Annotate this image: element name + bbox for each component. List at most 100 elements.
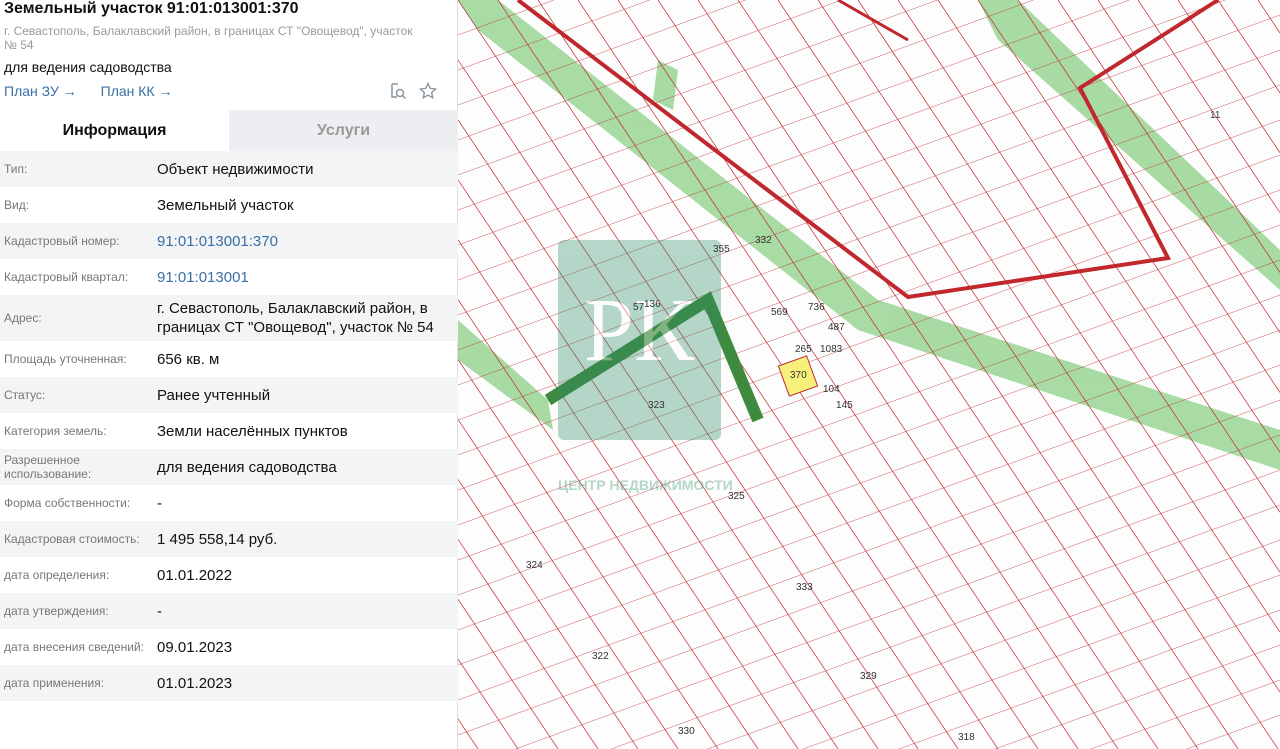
parcel-boundary	[458, 479, 639, 749]
parcel-boundary	[899, 609, 1280, 749]
parcel-label: 736	[808, 302, 825, 313]
row-label: Категория земель:	[4, 424, 107, 438]
parcel-boundary	[1217, 0, 1280, 94]
row-value: для ведения садоводства	[157, 458, 337, 476]
row-value: Земли населённых пунктов	[157, 422, 348, 440]
row-value: г. Севастополь, Балаклавский район, в гр…	[157, 300, 434, 336]
info-row: Адрес: г. Севастополь, Балаклавский район…	[0, 295, 458, 341]
parcel-boundary	[803, 574, 1280, 749]
parcel-boundary	[1186, 714, 1280, 749]
svg-text:РК: РК	[584, 281, 695, 380]
parcel-boundary	[611, 504, 1280, 749]
row-label: дата утверждения:	[4, 604, 109, 618]
parcel-label: 370	[790, 370, 807, 381]
parcel-boundary	[458, 599, 559, 749]
parcel-label: 57	[633, 302, 645, 313]
cadastral-map[interactable]: РК ЦЕНТР НЕДВИЖИМОСТИ 370 323 325 324 333 322…	[458, 0, 1280, 749]
info-row: Статус: Ранее учтенный	[0, 377, 458, 413]
parcel-label: 569	[771, 307, 788, 318]
parcel-boundary	[777, 0, 1279, 749]
parcel-boundary	[1177, 0, 1280, 153]
parcel-label: 330	[678, 726, 695, 737]
row-label: Разрешенное использование:	[4, 453, 92, 481]
permitted-use: для ведения садоводства	[4, 59, 172, 75]
row-value: -	[157, 494, 162, 512]
parcel-label: 136	[644, 299, 661, 310]
parcel-boundary	[1017, 0, 1280, 393]
star-icon[interactable]	[419, 82, 437, 100]
parcel-label: 145	[836, 400, 853, 411]
parcel-label: 325	[728, 491, 745, 502]
row-value: Объект недвижимости	[157, 160, 314, 178]
parcel-label: 332	[755, 235, 772, 246]
parcel-boundary	[515, 469, 1280, 749]
parcel-label: 265	[795, 344, 812, 355]
parcel-label: 333	[796, 582, 813, 593]
info-row: дата определения: 01.01.2022	[0, 557, 458, 593]
row-value: 656 кв. м	[157, 350, 220, 368]
row-value: Ранее учтенный	[157, 386, 271, 404]
parcel-label: 11	[1210, 110, 1221, 121]
info-row: Категория земель: Земли населённых пункто…	[0, 413, 458, 449]
tab-services[interactable]: Услуги	[229, 110, 458, 151]
row-label: Площадь уточненная:	[4, 352, 127, 366]
row-label: Вид:	[4, 198, 30, 212]
search-document-icon[interactable]	[389, 82, 407, 100]
parcel-label: 355	[713, 244, 730, 255]
info-row: Площадь уточненная: 656 кв. м	[0, 341, 458, 377]
parcel-boundary	[707, 539, 1280, 749]
row-value: 09.01.2023	[157, 638, 233, 656]
info-row: Кадастровый номер: 91:01:013001:370	[0, 223, 458, 259]
info-row: дата внесения сведений: 09.01.2023	[0, 629, 458, 665]
info-row: Кадастровый квартал: 91:01:013001	[0, 259, 458, 295]
parcel-label: 323	[648, 400, 665, 411]
plan-zu-link[interactable]: План ЗУ →	[4, 83, 77, 99]
address-subtitle: г. Севастополь, Балаклавский район, в гр…	[4, 24, 413, 52]
info-row: Вид: Земельный участок	[0, 187, 458, 223]
parcel-boundary	[1057, 0, 1280, 333]
info-row: дата утверждения: -	[0, 593, 458, 629]
row-value: 1 495 558,14 руб.	[157, 530, 278, 548]
parcel-boundary	[994, 644, 1280, 749]
plan-kk-link[interactable]: План КК →	[101, 83, 173, 99]
parcel-boundary	[817, 0, 1280, 693]
info-row: Разрешенное использование: для ведения са…	[0, 449, 458, 485]
parcel-label: 487	[828, 322, 845, 333]
parcel-label: 324	[526, 560, 543, 571]
row-label: Кадастровая стоимость:	[4, 532, 140, 546]
watermark-text: ЦЕНТР НЕДВИЖИМОСТИ	[558, 477, 733, 493]
row-value[interactable]: 91:01:013001	[157, 268, 458, 287]
row-label: Кадастровый квартал:	[4, 270, 129, 284]
row-value: Земельный участок	[157, 196, 294, 214]
row-label: Адрес:	[4, 311, 42, 325]
row-label: Статус:	[4, 388, 46, 402]
district-boundary	[837, 0, 909, 42]
green-strip	[458, 320, 553, 430]
row-label: дата применения:	[4, 676, 105, 690]
row-value: -	[157, 602, 162, 620]
row-label: Форма собственности:	[4, 496, 131, 510]
row-value: 01.01.2023	[157, 674, 233, 692]
parcel-boundary	[458, 658, 519, 749]
parcel-label: 329	[860, 671, 877, 682]
row-label: дата определения:	[4, 568, 110, 582]
parcel-boundary	[458, 419, 679, 749]
info-row: Кадастровая стоимость: 1 495 558,14 руб.	[0, 521, 458, 557]
row-label: дата внесения сведений:	[4, 640, 144, 654]
row-label: Тип:	[4, 162, 28, 176]
parcel-boundary	[1257, 0, 1280, 34]
row-value[interactable]: 91:01:013001:370	[157, 232, 458, 251]
watermark-logo: РК ЦЕНТР НЕДВИЖИМОСТИ	[558, 240, 733, 493]
parcel-label: 1083	[820, 344, 843, 355]
tab-information[interactable]: Информация	[0, 110, 229, 151]
row-value: 01.01.2022	[157, 566, 233, 584]
page-title: Земельный участок 91:01:013001:370	[4, 0, 299, 17]
parcel-label: 322	[592, 651, 609, 662]
parcel-boundary	[458, 0, 1034, 211]
row-label: Кадастровый номер:	[4, 234, 120, 248]
info-row: дата применения: 01.01.2023	[0, 665, 458, 701]
info-panel: Земельный участок 91:01:013001:370 г. Се…	[0, 0, 458, 749]
info-row: Форма собственности: -	[0, 485, 458, 521]
info-row: Тип: Объект недвижимости	[0, 151, 458, 187]
parcel-label: 318	[958, 732, 975, 743]
